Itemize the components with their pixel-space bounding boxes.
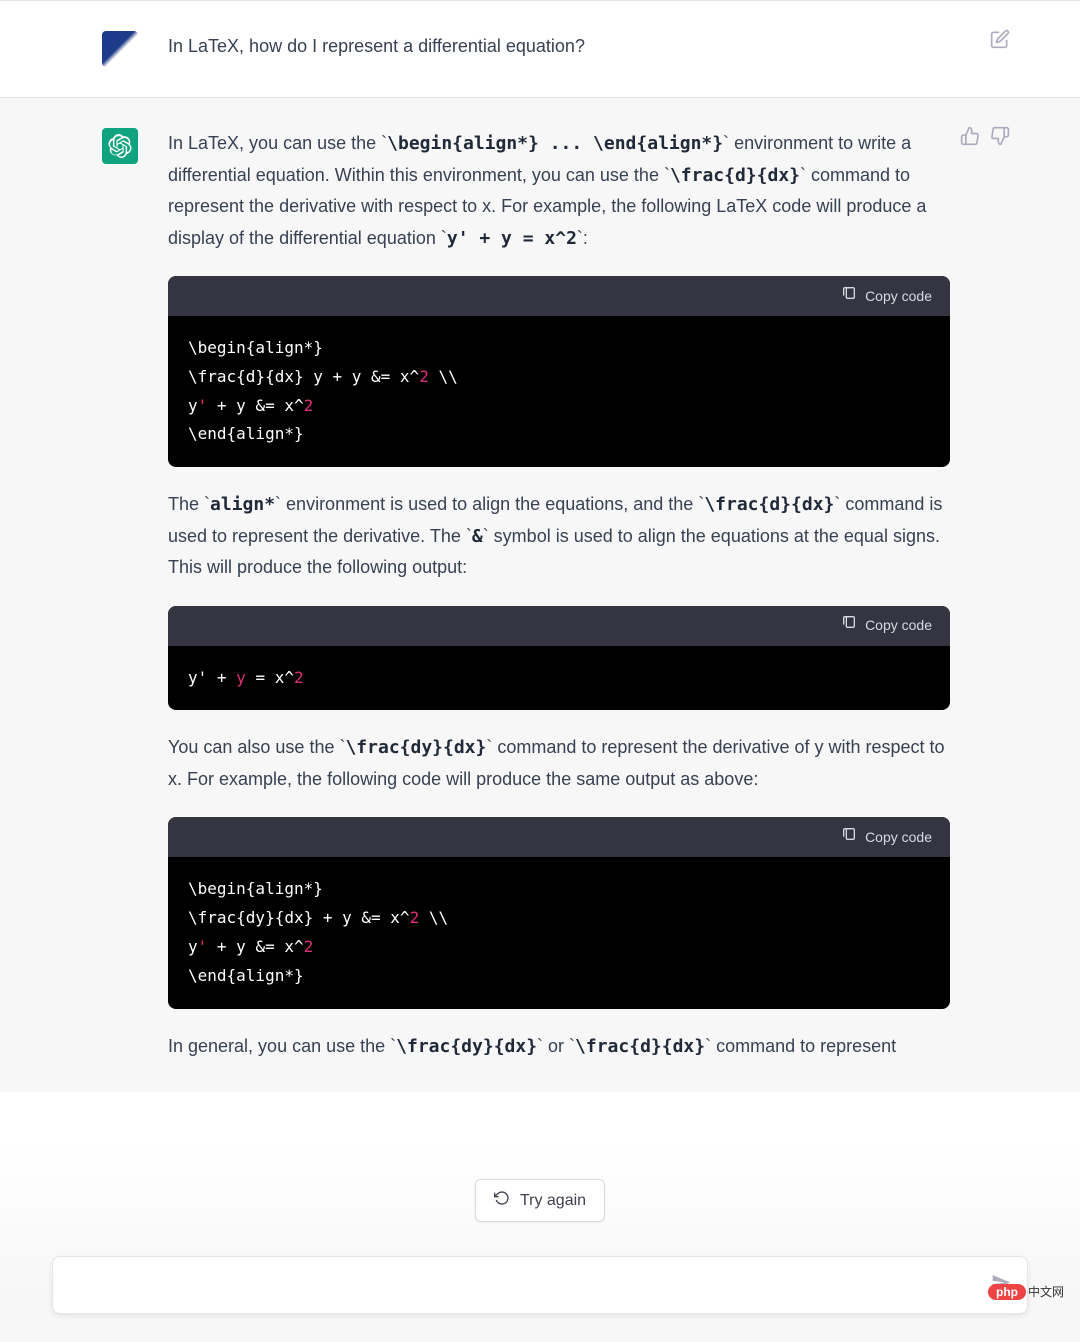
code-content: \begin{align*} \frac{dy}{dx} + y &= x^2 … — [168, 857, 950, 1008]
assistant-message-actions — [960, 126, 1010, 146]
assistant-message-block: In LaTeX, you can use the `\begin{align*… — [0, 98, 1080, 1092]
copy-code-button[interactable]: Copy code — [168, 817, 950, 857]
try-again-button[interactable]: Try again — [475, 1179, 605, 1222]
code-block: Copy code \begin{align*} \frac{dy}{dx} +… — [168, 817, 950, 1008]
copy-code-button[interactable]: Copy code — [168, 276, 950, 316]
code-content: \begin{align*} \frac{d}{dx} y + y &= x^2… — [168, 316, 950, 467]
assistant-message-content: In LaTeX, you can use the `\begin{align*… — [168, 128, 1010, 1062]
inline-code: \frac{dy}{dx} — [396, 1036, 537, 1057]
copy-code-button[interactable]: Copy code — [168, 606, 950, 646]
chat-input-container[interactable] — [52, 1256, 1028, 1314]
user-message-block: In LaTeX, how do I represent a different… — [0, 0, 1080, 98]
user-message-row: In LaTeX, how do I represent a different… — [50, 1, 1030, 97]
thumbs-up-icon[interactable] — [960, 126, 980, 146]
user-message-actions — [990, 29, 1010, 49]
inline-code: y' + y = x^2 — [447, 228, 577, 249]
refresh-icon — [494, 1190, 510, 1211]
watermark-text: 中文网 — [1028, 1283, 1064, 1300]
copy-code-label: Copy code — [865, 825, 932, 850]
user-message-text: In LaTeX, how do I represent a different… — [168, 31, 1010, 67]
inline-code: \frac{dy}{dx} — [345, 737, 486, 758]
watermark-pill: php — [988, 1284, 1026, 1300]
try-again-label: Try again — [520, 1192, 586, 1210]
inline-code: \begin{align*} ... \end{align*} — [387, 133, 723, 154]
inline-code: \frac{d}{dx} — [670, 165, 800, 186]
copy-code-label: Copy code — [865, 613, 932, 638]
chat-input[interactable] — [73, 1276, 977, 1294]
clipboard-icon — [841, 825, 857, 850]
assistant-avatar — [102, 128, 138, 164]
code-block: Copy code \begin{align*} \frac{d}{dx} y … — [168, 276, 950, 467]
assistant-paragraph: You can also use the `\frac{dy}{dx}` com… — [168, 732, 950, 795]
clipboard-icon — [841, 284, 857, 309]
assistant-message-row: In LaTeX, you can use the `\begin{align*… — [50, 98, 1030, 1092]
code-content: y' + y = x^2 — [168, 646, 950, 711]
inline-code: align* — [210, 494, 275, 515]
copy-code-label: Copy code — [865, 284, 932, 309]
assistant-paragraph: The `align*` environment is used to alig… — [168, 489, 950, 584]
inline-code: \frac{d}{dx} — [704, 494, 834, 515]
inline-code: \frac{d}{dx} — [575, 1036, 705, 1057]
clipboard-icon — [841, 613, 857, 638]
thumbs-down-icon[interactable] — [990, 126, 1010, 146]
code-block: Copy code y' + y = x^2 — [168, 606, 950, 711]
edit-icon[interactable] — [990, 29, 1010, 49]
assistant-paragraph: In LaTeX, you can use the `\begin{align*… — [168, 128, 950, 254]
user-avatar — [102, 31, 138, 67]
assistant-paragraph: In general, you can use the `\frac{dy}{d… — [168, 1031, 950, 1063]
watermark: php 中文网 — [988, 1283, 1064, 1300]
inline-code: & — [472, 526, 483, 547]
